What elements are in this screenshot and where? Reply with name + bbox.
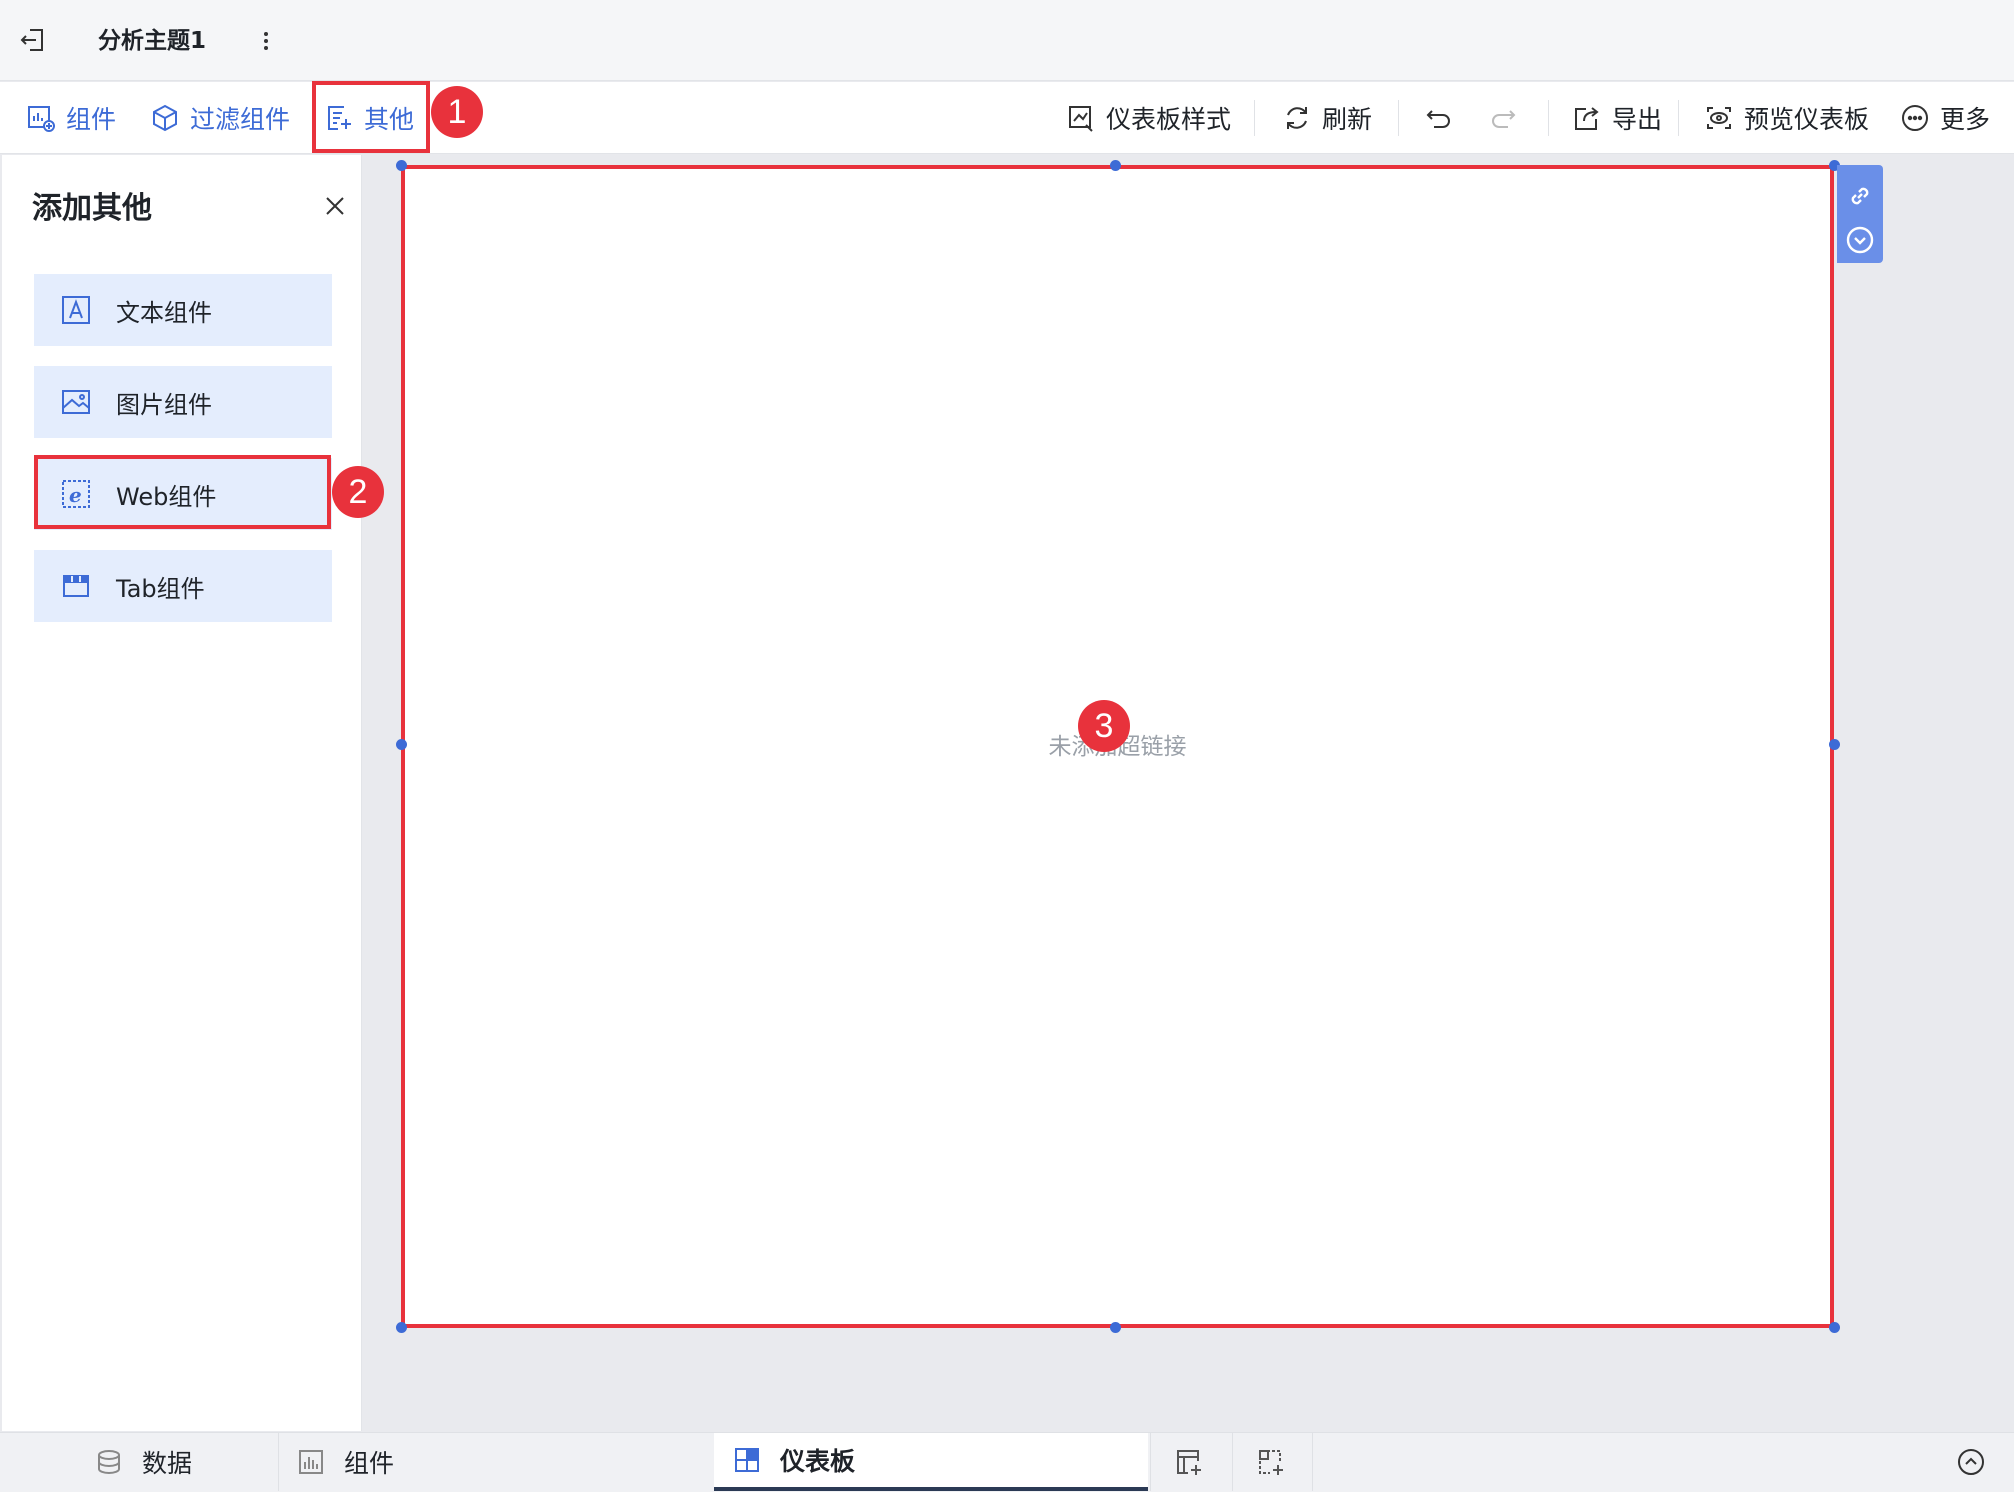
kebab-icon[interactable] [258, 26, 274, 56]
text-component-button[interactable]: 文本组件 [34, 274, 332, 346]
preview-dashboard-button[interactable]: 预览仪表板 [1704, 82, 1869, 154]
collapse-up-icon [1956, 1447, 1986, 1477]
add-component-button[interactable]: 组件 [26, 82, 116, 154]
undo-button[interactable] [1424, 82, 1464, 154]
image-component-label: 图片组件 [116, 390, 212, 419]
toolbar-divider [1548, 100, 1549, 136]
toolbar-divider [1398, 100, 1399, 136]
toolbar-divider [1678, 100, 1679, 136]
resize-handle[interactable] [1829, 739, 1840, 750]
add-component-icon [1256, 1447, 1286, 1477]
export-icon [1572, 103, 1602, 133]
tab-label: 数据 [142, 1449, 193, 1478]
refresh-icon [1282, 103, 1312, 133]
text-icon [60, 294, 92, 326]
refresh-button[interactable]: 刷新 [1282, 82, 1372, 154]
panel-title: 添加其他 [32, 191, 152, 226]
toolbar-label: 更多 [1940, 105, 1991, 134]
undo-icon [1424, 103, 1454, 133]
tab-dashboard[interactable]: 仪表板 [714, 1433, 1148, 1491]
add-dashboard-button[interactable] [1174, 1433, 1222, 1491]
add-dashboard-icon [1174, 1447, 1204, 1477]
tab-data[interactable]: 数据 [94, 1433, 192, 1491]
toolbar-label: 刷新 [1322, 105, 1373, 134]
dashboard-icon [732, 1445, 762, 1475]
tab-components[interactable]: 组件 [296, 1433, 394, 1491]
more-icon [1900, 103, 1930, 133]
redo-icon [1488, 103, 1518, 133]
dashboard-style-icon [1066, 103, 1096, 133]
app-header: 分析主题1 [0, 0, 2014, 81]
database-icon [94, 1447, 124, 1477]
redo-button[interactable] [1488, 82, 1528, 154]
tab-divider [1312, 1433, 1313, 1491]
text-component-label: 文本组件 [116, 298, 212, 327]
annotation-badge: 2 [332, 466, 384, 518]
tab-divider [1150, 1433, 1151, 1491]
collapse-up-button[interactable] [1956, 1433, 2004, 1491]
export-button[interactable]: 导出 [1572, 82, 1662, 154]
image-icon [60, 386, 92, 418]
filter-cube-icon [150, 103, 180, 133]
resize-handle[interactable] [1110, 160, 1121, 171]
chevron-down-circle-icon[interactable] [1845, 225, 1875, 255]
resize-handle[interactable] [1829, 1322, 1840, 1333]
exit-icon[interactable] [16, 22, 52, 58]
add-other-panel: 添加其他 文本组件 图片组件 e Web组件 Tab组件 [2, 155, 362, 1431]
resize-handle[interactable] [396, 1322, 407, 1333]
tab-label: 仪表板 [780, 1447, 856, 1476]
analysis-title[interactable]: 分析主题1 [98, 24, 206, 58]
toolbar-label: 过滤组件 [190, 105, 291, 134]
resize-handle[interactable] [396, 160, 407, 171]
annotation-box-web [34, 455, 331, 529]
add-chart-icon [26, 103, 56, 133]
bottom-tab-bar: 数据 组件 仪表板 [0, 1432, 2014, 1492]
toolbar-divider [1254, 100, 1255, 136]
annotation-badge: 1 [431, 86, 483, 138]
toolbar-label: 预览仪表板 [1744, 105, 1870, 134]
component-float-toolbar [1837, 165, 1883, 263]
tab-component-label: Tab组件 [116, 574, 205, 603]
dashboard-style-button[interactable]: 仪表板样式 [1066, 82, 1231, 154]
toolbar-label: 组件 [66, 105, 117, 134]
more-button[interactable]: 更多 [1900, 82, 1990, 154]
resize-handle[interactable] [1110, 1322, 1121, 1333]
toolbar-label: 仪表板样式 [1106, 105, 1232, 134]
tab-divider [278, 1433, 279, 1491]
image-component-button[interactable]: 图片组件 [34, 366, 332, 438]
tab-icon [60, 570, 92, 602]
filter-component-button[interactable]: 过滤组件 [150, 82, 290, 154]
tab-component-button[interactable]: Tab组件 [34, 550, 332, 622]
bar-chart-icon [296, 1447, 326, 1477]
annotation-box-other [312, 81, 430, 153]
annotation-badge: 3 [1078, 700, 1130, 752]
toolbar: 组件 过滤组件 其他 仪表板样式 刷新 导出 预览仪表板 更多 [0, 82, 2014, 154]
close-icon[interactable] [320, 191, 350, 221]
tab-label: 组件 [344, 1449, 395, 1478]
toolbar-label: 导出 [1612, 105, 1663, 134]
tab-divider [1232, 1433, 1233, 1491]
link-icon[interactable] [1845, 181, 1875, 211]
add-component-tab-button[interactable] [1256, 1433, 1304, 1491]
preview-icon [1704, 103, 1734, 133]
resize-handle[interactable] [396, 739, 407, 750]
